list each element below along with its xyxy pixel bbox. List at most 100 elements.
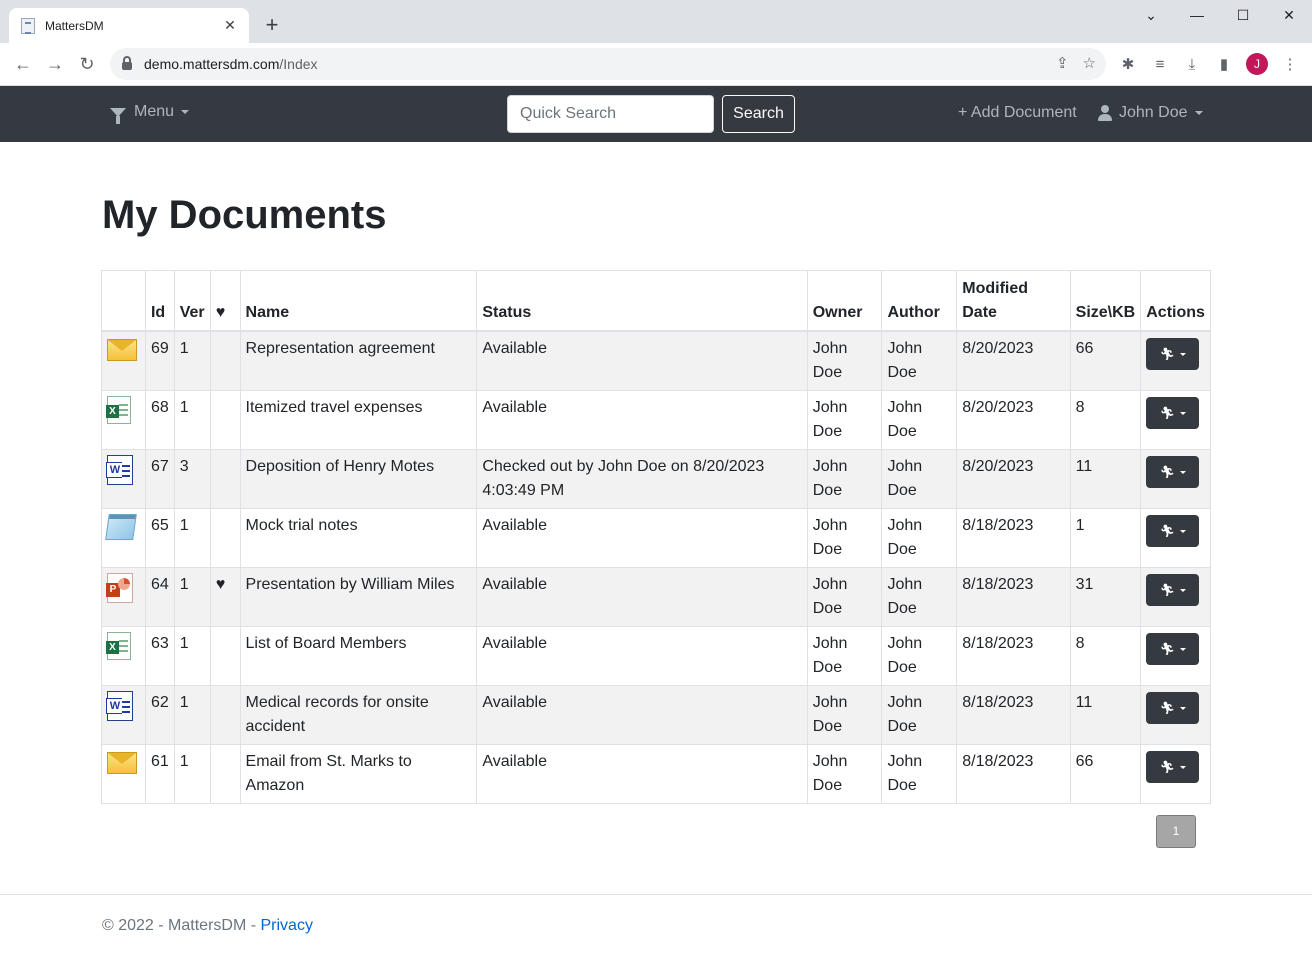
notepad-icon[interactable] (105, 513, 137, 540)
word-icon[interactable] (106, 454, 133, 485)
cell-owner: John Doe (806, 684, 883, 745)
actions-dropdown-button[interactable]: 🏃︎ (1146, 396, 1200, 429)
cell-status: Available (476, 566, 808, 627)
cell-modified: 8/20/2023 (956, 330, 1071, 391)
add-document-link[interactable]: + Add Document (958, 104, 1077, 122)
user-dropdown[interactable]: John Doe (1098, 104, 1203, 122)
cell-favorite[interactable] (209, 330, 241, 391)
address-bar[interactable]: demo.mattersdm.com/Index ⇪ ☆ (110, 48, 1106, 80)
bookmark-star-icon[interactable]: ☆ (1083, 54, 1096, 72)
side-panel-icon[interactable]: ▮ (1214, 55, 1234, 73)
close-window-icon[interactable]: ✕ (1266, 0, 1312, 32)
table-row[interactable]: 61 1 Email from St. Marks to Amazon Avai… (101, 743, 1211, 804)
cell-favorite[interactable] (209, 507, 241, 568)
media-queue-icon[interactable]: ≡ (1150, 56, 1170, 73)
header-owner[interactable]: Owner (806, 270, 883, 332)
cell-ver: 1 (173, 743, 211, 804)
new-tab-icon[interactable]: + (260, 12, 284, 38)
maximize-icon[interactable]: ☐ (1220, 0, 1266, 32)
filter-funnel-icon (110, 107, 126, 124)
actions-dropdown-button[interactable]: 🏃︎ (1146, 691, 1200, 724)
excel-icon[interactable] (106, 631, 131, 660)
cell-size: 1 (1069, 507, 1142, 568)
header-actions: Actions (1140, 270, 1211, 332)
close-tab-icon[interactable]: ✕ (221, 17, 239, 34)
cell-status: Available (476, 684, 808, 745)
header-favorite-heart-icon[interactable]: ♥ (209, 270, 241, 332)
table-row[interactable]: 63 1 List of Board Members Available Joh… (101, 625, 1211, 686)
actions-dropdown-button[interactable]: 🏃︎ (1146, 632, 1200, 665)
table-row[interactable]: 62 1 Medical records for onsite accident… (101, 684, 1211, 745)
extensions-puzzle-icon[interactable]: ✱ (1118, 55, 1138, 73)
cell-id: 68 (144, 389, 175, 450)
actions-dropdown-button[interactable]: 🏃︎ (1146, 337, 1200, 370)
pagination-page-button[interactable]: 1 (1156, 815, 1196, 848)
download-icon[interactable]: ⤓ (1182, 56, 1202, 73)
actions-dropdown-button[interactable]: 🏃︎ (1146, 573, 1200, 606)
header-status[interactable]: Status (476, 270, 808, 332)
cell-name[interactable]: Representation agreement (239, 330, 478, 391)
share-icon[interactable]: ⇪ (1056, 54, 1069, 72)
header-id[interactable]: Id (144, 270, 175, 332)
cell-favorite[interactable] (209, 448, 241, 509)
header-author[interactable]: Author (881, 270, 958, 332)
more-menu-icon[interactable]: ⋮ (1280, 55, 1300, 73)
table-row[interactable]: 68 1 Itemized travel expenses Available … (101, 389, 1211, 450)
header-ver[interactable]: Ver (173, 270, 211, 332)
running-person-icon: 🏃︎ (1159, 405, 1175, 420)
table-row[interactable]: 65 1 Mock trial notes Available John Doe… (101, 507, 1211, 568)
cell-status: Checked out by John Doe on 8/20/2023 4:0… (476, 448, 808, 509)
cell-name[interactable]: Mock trial notes (239, 507, 478, 568)
word-icon[interactable] (106, 690, 133, 721)
table-row[interactable]: 64 1 ♥ Presentation by William Miles Ava… (101, 566, 1211, 627)
header-size[interactable]: Size\KB (1069, 270, 1142, 332)
minimize-icon[interactable]: — (1174, 0, 1220, 32)
running-person-icon: 🏃︎ (1159, 346, 1175, 361)
quick-search-input[interactable] (507, 95, 714, 133)
forward-arrow-icon[interactable]: → (39, 54, 71, 75)
back-arrow-icon[interactable]: ← (7, 54, 39, 75)
cell-favorite[interactable] (209, 625, 241, 686)
table-row[interactable]: 67 3 Deposition of Henry Motes Checked o… (101, 448, 1211, 509)
cell-name[interactable]: Email from St. Marks to Amazon (239, 743, 478, 804)
excel-icon[interactable] (106, 395, 131, 424)
cell-name[interactable]: Itemized travel expenses (239, 389, 478, 450)
favorite-heart-icon: ♥ (215, 575, 226, 593)
search-button[interactable]: Search (722, 95, 795, 133)
cell-favorite[interactable] (209, 684, 241, 745)
profile-avatar[interactable]: J (1246, 53, 1268, 75)
lock-icon[interactable] (122, 56, 132, 70)
cell-status: Available (476, 625, 808, 686)
cell-name[interactable]: Presentation by William Miles (239, 566, 478, 627)
cell-name[interactable]: List of Board Members (239, 625, 478, 686)
privacy-link[interactable]: Privacy (261, 917, 313, 934)
cell-ver: 1 (173, 684, 211, 745)
tab-search-chevron-icon[interactable]: ⌄ (1128, 0, 1174, 32)
cell-modified: 8/20/2023 (956, 448, 1071, 509)
powerpoint-icon[interactable] (106, 572, 133, 603)
table-row[interactable]: 69 1 Representation agreement Available … (101, 330, 1211, 391)
actions-dropdown-button[interactable]: 🏃︎ (1146, 514, 1200, 547)
menu-dropdown[interactable]: Menu (110, 103, 190, 124)
cell-modified: 8/18/2023 (956, 743, 1071, 804)
actions-dropdown-button[interactable]: 🏃︎ (1146, 455, 1200, 488)
running-person-icon: 🏃︎ (1159, 759, 1175, 774)
cell-favorite[interactable]: ♥ (209, 566, 241, 627)
reload-icon[interactable]: ↻ (71, 54, 103, 75)
cell-name[interactable]: Medical records for onsite accident (239, 684, 478, 745)
cell-modified: 8/18/2023 (956, 507, 1071, 568)
cell-id: 63 (144, 625, 175, 686)
header-name[interactable]: Name (239, 270, 478, 332)
header-modified-date[interactable]: Modified Date (956, 270, 1071, 332)
cell-favorite[interactable] (209, 743, 241, 804)
cell-status: Available (476, 330, 808, 391)
actions-dropdown-button[interactable]: 🏃︎ (1146, 750, 1200, 783)
cell-modified: 8/20/2023 (956, 389, 1071, 450)
browser-tab[interactable]: MattersDM ✕ (9, 8, 249, 43)
cell-name[interactable]: Deposition of Henry Motes (239, 448, 478, 509)
cell-size: 11 (1069, 448, 1142, 509)
cell-favorite[interactable] (209, 389, 241, 450)
copyright-text: © 2022 - MattersDM - (102, 917, 261, 934)
email-icon[interactable] (107, 338, 137, 361)
email-icon[interactable] (107, 751, 137, 774)
